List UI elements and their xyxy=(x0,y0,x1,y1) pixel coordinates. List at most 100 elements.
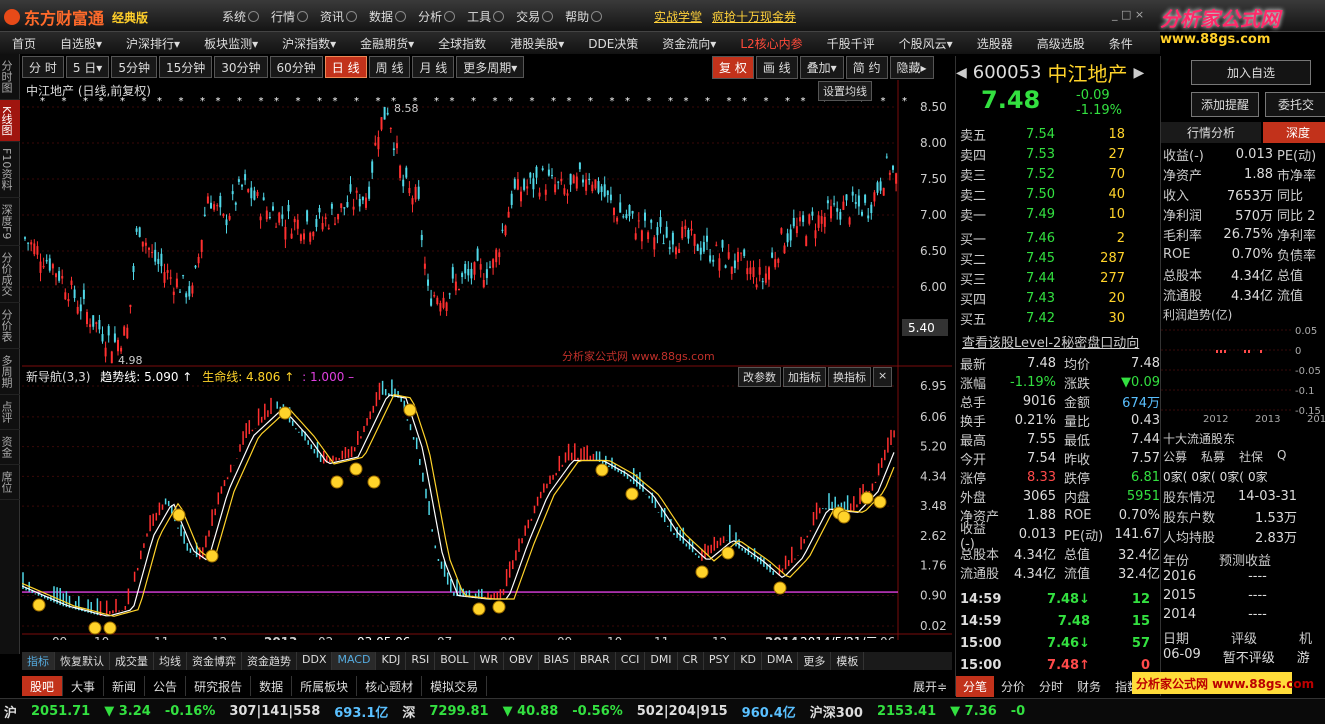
bottom-tab-0[interactable]: 股吧 xyxy=(22,676,64,696)
smiley-signal-icon[interactable] xyxy=(88,621,102,635)
event-marker-icon[interactable]: * xyxy=(668,96,673,107)
tick-tab-1[interactable]: 分价 xyxy=(994,676,1032,697)
ind-tab-0[interactable]: 指标 xyxy=(22,652,55,670)
switch-indicator-button[interactable]: 换指标 xyxy=(828,367,871,387)
close-indicator-button[interactable]: × xyxy=(873,367,893,387)
ind-tab-20[interactable]: DMA xyxy=(762,652,799,670)
menu-data[interactable]: 数据 xyxy=(369,8,406,25)
ind-tab-14[interactable]: BRAR xyxy=(575,652,616,670)
event-marker-icon[interactable]: * xyxy=(551,96,556,107)
bid-row[interactable]: 买五 7.42 30 xyxy=(960,308,1156,328)
event-marker-icon[interactable]: * xyxy=(354,96,359,107)
smiley-signal-icon[interactable] xyxy=(860,491,874,505)
set-ma-button[interactable]: 设置均线 xyxy=(818,81,872,101)
tab-f10[interactable]: F10资料 xyxy=(0,142,20,198)
event-marker-icon[interactable]: * xyxy=(647,96,652,107)
menu-tools[interactable]: 工具 xyxy=(467,8,504,25)
tick-tab-2[interactable]: 分时 xyxy=(1032,676,1070,697)
smiley-signal-icon[interactable] xyxy=(103,621,117,635)
promo-link-coupon[interactable]: 疯抢十万现金券 xyxy=(712,8,796,25)
add-indicator-button[interactable]: 加指标 xyxy=(783,367,826,387)
ind-tab-4[interactable]: 资金博弈 xyxy=(187,652,242,670)
menu-system[interactable]: 系统 xyxy=(222,8,259,25)
window-buttons[interactable]: _ □ × xyxy=(1112,8,1144,21)
period-15min[interactable]: 15分钟 xyxy=(158,56,213,78)
nav-condition[interactable]: 条件 xyxy=(1097,35,1145,52)
ask-row[interactable]: 卖三 7.52 70 xyxy=(960,164,1156,184)
ind-tab-11[interactable]: WR xyxy=(475,652,505,670)
period-5day[interactable]: 5 日▾ xyxy=(65,56,110,78)
bottom-tab-2[interactable]: 新闻 xyxy=(104,676,146,696)
bid-row[interactable]: 买四 7.43 20 xyxy=(960,288,1156,308)
kline-chart[interactable]: 8.50 8.00 7.50 7.00 6.50 6.00 5.40 * * * * * * * * * * * *… xyxy=(22,80,952,640)
ask-row[interactable]: 卖一 7.49 10 xyxy=(960,204,1156,224)
nav-futures[interactable]: 金融期货▾ xyxy=(348,35,426,52)
menu-analysis[interactable]: 分析 xyxy=(418,8,455,25)
bid-row[interactable]: 买二 7.45 287 xyxy=(960,248,1156,268)
event-marker-icon[interactable]: * xyxy=(684,96,689,107)
bottom-tab-3[interactable]: 公告 xyxy=(145,676,187,696)
simple-button[interactable]: 简 约 xyxy=(845,56,888,79)
ind-tab-22[interactable]: 模板 xyxy=(831,652,865,670)
event-marker-icon[interactable]: * xyxy=(567,96,572,107)
event-marker-icon[interactable]: * xyxy=(333,96,338,107)
nav-stock-wind[interactable]: 个股风云▾ xyxy=(887,35,965,52)
tab-comment[interactable]: 点评 xyxy=(0,395,20,430)
event-marker-icon[interactable]: * xyxy=(296,96,301,107)
nav-sector[interactable]: 板块监测▾ xyxy=(192,35,270,52)
event-marker-icon[interactable]: * xyxy=(450,96,455,107)
bid-row[interactable]: 买一 7.46 2 xyxy=(960,228,1156,248)
order-button[interactable]: 委托交 xyxy=(1265,92,1325,117)
ind-tab-21[interactable]: 更多 xyxy=(798,652,832,670)
next-stock-icon[interactable]: ▶ xyxy=(1134,65,1145,81)
nav-hk-us[interactable]: 港股美股▾ xyxy=(498,35,576,52)
event-marker-icon[interactable]: * xyxy=(471,96,476,107)
nav-screener[interactable]: 选股器 xyxy=(965,35,1025,52)
event-marker-icon[interactable]: * xyxy=(610,96,615,107)
event-marker-icon[interactable]: * xyxy=(216,96,221,107)
ind-tab-15[interactable]: CCI xyxy=(616,652,646,670)
menu-trade[interactable]: 交易 xyxy=(516,8,553,25)
smiley-signal-icon[interactable] xyxy=(492,600,506,614)
expand-button[interactable]: 展开≑ xyxy=(913,678,947,695)
event-marker-icon[interactable]: * xyxy=(727,96,732,107)
bottom-tab-4[interactable]: 研究报告 xyxy=(186,676,252,696)
tab-price-deal[interactable]: 分价成交 xyxy=(0,246,20,303)
tab-timeshare[interactable]: 分时图 xyxy=(0,54,20,100)
event-marker-icon[interactable]: * xyxy=(376,96,381,107)
ind-tab-6[interactable]: DDX xyxy=(297,652,333,670)
tab-seats[interactable]: 席位 xyxy=(0,465,20,500)
smiley-signal-icon[interactable] xyxy=(625,487,639,501)
period-60min[interactable]: 60分钟 xyxy=(269,56,323,78)
ind-tab-17[interactable]: CR xyxy=(678,652,704,670)
overlay-button[interactable]: 叠加▾ xyxy=(799,56,844,79)
event-marker-icon[interactable]: * xyxy=(625,96,630,107)
period-30min[interactable]: 30分钟 xyxy=(214,56,268,78)
smiley-signal-icon[interactable] xyxy=(773,581,787,595)
event-marker-icon[interactable]: * xyxy=(274,96,279,107)
nav-dde[interactable]: DDE决策 xyxy=(576,35,650,52)
ask-row[interactable]: 卖五 7.54 18 xyxy=(960,124,1156,144)
sz-index-value[interactable]: 7299.81 xyxy=(429,704,488,719)
smiley-signal-icon[interactable] xyxy=(330,475,344,489)
smiley-signal-icon[interactable] xyxy=(721,546,735,560)
ind-tab-12[interactable]: OBV xyxy=(504,652,539,670)
ask-row[interactable]: 卖四 7.53 27 xyxy=(960,144,1156,164)
event-marker-icon[interactable]: * xyxy=(200,96,205,107)
bid-row[interactable]: 买三 7.44 277 xyxy=(960,268,1156,288)
smiley-signal-icon[interactable] xyxy=(278,406,292,420)
period-monthly[interactable]: 月 线 xyxy=(412,56,455,78)
nav-review[interactable]: 千股千评 xyxy=(815,35,887,52)
period-timeshare[interactable]: 分 时 xyxy=(22,56,64,78)
tab-depth[interactable]: 深度F9 xyxy=(0,198,20,246)
ind-tab-7[interactable]: MACD xyxy=(332,652,377,670)
nav-ranking[interactable]: 沪深排行▾ xyxy=(114,35,192,52)
smiley-signal-icon[interactable] xyxy=(403,403,417,417)
bottom-tab-8[interactable]: 模拟交易 xyxy=(422,676,488,696)
event-marker-icon[interactable]: * xyxy=(902,96,907,107)
hide-button[interactable]: 隐藏▸ xyxy=(889,56,934,79)
ind-tab-1[interactable]: 恢复默认 xyxy=(55,652,110,670)
hs300-value[interactable]: 2153.41 xyxy=(877,704,936,719)
event-marker-icon[interactable]: * xyxy=(801,96,806,107)
event-marker-icon[interactable]: * xyxy=(259,96,264,107)
